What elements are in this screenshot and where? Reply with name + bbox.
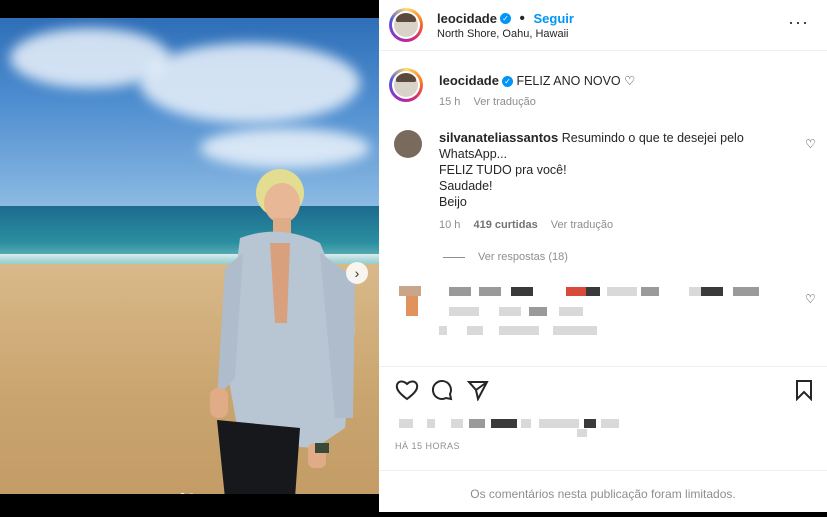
share-icon[interactable] <box>467 379 489 401</box>
translate-link[interactable]: Ver tradução <box>473 96 535 108</box>
post-timestamp[interactable]: HÁ 15 HORAS <box>395 441 460 451</box>
post-actions: HÁ 15 HORAS <box>379 366 827 472</box>
more-options-icon[interactable]: ··· <box>788 12 809 33</box>
follow-button[interactable]: Seguir <box>533 11 573 26</box>
caption-username[interactable]: leocidade <box>439 73 499 88</box>
chevron-right-icon: › <box>354 265 360 281</box>
bookmark-icon[interactable] <box>795 379 813 401</box>
like-comment-icon[interactable]: ♡ <box>805 292 816 306</box>
post-location[interactable]: North Shore, Oahu, Hawaii <box>437 28 568 40</box>
comment-likes[interactable]: 419 curtidas <box>473 219 537 231</box>
carousel-dot <box>189 493 194 494</box>
verified-badge-icon: ✓ <box>501 76 513 88</box>
view-replies-button[interactable]: Ver respostas (18) <box>478 251 568 263</box>
avatar[interactable] <box>389 68 423 102</box>
photo-cloud <box>140 43 360 123</box>
verified-badge-icon: ✓ <box>499 13 511 25</box>
comment-icon[interactable] <box>431 379 453 401</box>
replies-divider <box>443 257 465 258</box>
post-photo[interactable]: › <box>0 18 379 494</box>
comment: silvanateliassantos Resumindo o que te d… <box>439 130 744 209</box>
next-photo-button[interactable]: › <box>346 262 368 284</box>
caption-text: FELIZ ANO NOVO <box>516 74 621 88</box>
commenter-avatar[interactable] <box>394 130 422 158</box>
avatar[interactable] <box>389 8 423 42</box>
carousel-dot <box>180 493 185 494</box>
post-details-panel: leocidade ✓ • Seguir North Shore, Oahu, H… <box>379 0 827 512</box>
comments-limited-notice: Os comentários nesta publicação foram li… <box>379 470 827 513</box>
caption-time[interactable]: 15 h <box>439 96 460 108</box>
comment-username[interactable]: silvanateliassantos <box>439 130 558 145</box>
post-header: leocidade ✓ • Seguir North Shore, Oahu, H… <box>379 0 827 51</box>
carousel-dots <box>180 493 194 494</box>
like-icon[interactable] <box>395 379 419 401</box>
translate-link[interactable]: Ver tradução <box>551 219 613 231</box>
author-username[interactable]: leocidade <box>437 11 497 26</box>
like-comment-icon[interactable]: ♡ <box>805 137 816 151</box>
person-figure <box>210 169 355 494</box>
heart-icon: ♡ <box>624 74 636 88</box>
